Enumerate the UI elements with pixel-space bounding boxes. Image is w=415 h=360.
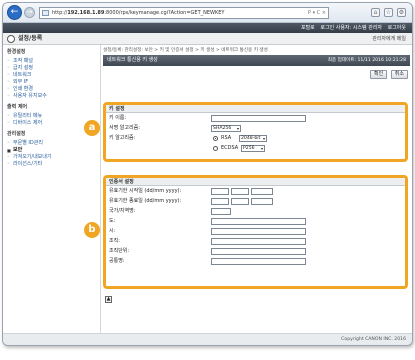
city-input[interactable] [211, 228, 306, 235]
back-arrow-icon[interactable]: ← [7, 5, 22, 20]
country-input[interactable] [211, 208, 231, 215]
cancel-button[interactable]: 취소 [390, 70, 408, 79]
organization-input[interactable] [211, 238, 306, 245]
url-path: :8000/rps/keymanage.cgi?Action=GET_NEWKE… [104, 10, 225, 16]
sidebar-item-utility-menu[interactable]: 유틸리티 메뉴 [7, 113, 100, 120]
sidebar-item-user-maintenance[interactable]: 사용자 유지보수 [7, 93, 100, 100]
sidebar-item-security[interactable]: 보안 [7, 147, 100, 154]
sidebar-item-import-export[interactable]: 가져오기/내보내기 [7, 154, 100, 161]
common-name-input[interactable] [211, 258, 306, 265]
settings-icon[interactable]: ⚙ [397, 8, 406, 17]
forward-arrow-icon[interactable]: → [24, 7, 35, 18]
org-unit-input[interactable] [211, 248, 306, 255]
valid-start-row: 유효기한 시작일 (dd/mm yyyy): [106, 186, 405, 196]
top-navigation-bar: 포털로 로그인 사용자: 시스템 관리자 로그아웃 [3, 23, 412, 33]
sidebar-heading: 출력 제어 [7, 104, 28, 110]
page-icon [42, 10, 49, 16]
title-bar: 설정/등록 관리자에게 메일 [3, 33, 412, 45]
country-label: 국가/지역명: [109, 208, 136, 214]
page-title: 네트워크 통신용 키 생성 [107, 57, 158, 63]
certificate-settings-panel: 인증서 설정 유효기한 시작일 (dd/mm yyyy): 유효기한 종료일 (… [103, 175, 408, 289]
signature-algorithm-row: 서명 알고리즘: SHA256 [106, 123, 405, 133]
last-update: 최종 업데이트: 11/11 2016 10:21:28 [327, 58, 406, 63]
valid-end-row: 유효기한 종료일 (dd/mm yyyy): [106, 196, 405, 206]
address-bar-controls[interactable]: P ▾ C × [308, 8, 326, 18]
sidebar-item-print-env[interactable]: 인쇄 환경 [7, 86, 100, 93]
rsa-radio[interactable] [213, 136, 218, 141]
login-user-text: 로그인 사용자: 시스템 관리자 [320, 25, 382, 31]
breadcrumb: 설정/등록: 관리설정: 보안 > 키 및 인증서 설정 > 키 생성 > 네트… [103, 48, 268, 53]
key-algorithm-row-ecdsa: ECDSA P256 [106, 143, 405, 153]
certificate-settings-heading: 인증서 설정 [106, 178, 405, 186]
country-row: 국가/지역명: [106, 206, 405, 216]
back-to-top-icon[interactable]: ▲ [105, 296, 112, 303]
valid-end-month-input[interactable] [231, 198, 249, 205]
url-host: 192.168.1.89 [67, 10, 105, 16]
valid-start-month-input[interactable] [231, 188, 249, 195]
key-algorithm-label: 키 알고리즘: [109, 135, 136, 141]
organization-row: 조직: [106, 236, 405, 246]
state-label: 도: [109, 218, 116, 224]
key-name-label: 키 이름: [109, 115, 127, 121]
city-label: 시: [109, 228, 116, 234]
page-title-bar: 네트워크 통신용 키 생성 최종 업데이트: 11/11 2016 10:21:… [103, 55, 410, 66]
star-icon[interactable]: ☆ [384, 8, 393, 17]
organization-label: 조직: [109, 238, 120, 244]
org-unit-label: 조직단위: [109, 248, 130, 254]
state-input[interactable] [211, 218, 306, 225]
key-settings-panel: 키 설정 키 이름: 서명 알고리즘: SHA256 키 알고리즘: RSA 2… [103, 102, 408, 162]
home-icon[interactable]: ⌂ [371, 8, 380, 17]
key-algorithm-row-rsa: 키 알고리즘: RSA 2048-bit [106, 133, 405, 143]
ecdsa-label: ECDSA [221, 145, 239, 151]
sidebar-item-network[interactable]: 네트워크 [7, 72, 100, 79]
signature-algorithm-label: 서명 알고리즘: [109, 125, 140, 131]
sidebar-item-control-panel[interactable]: 조작 패널 [7, 58, 100, 65]
city-row: 시: [106, 226, 405, 236]
sidebar-heading: 환경설정 [7, 49, 26, 55]
callout-a: a [84, 120, 100, 136]
sidebar-section-preferences: 환경설정 조작 패널 급지 설정 네트워크 외부 IF 인쇄 환경 사용자 유지… [3, 49, 100, 100]
main-content: 설정/등록: 관리설정: 보안 > 키 및 인증서 설정 > 키 생성 > 네트… [103, 45, 410, 335]
rsa-label: RSA [221, 135, 232, 141]
page-header-title: 설정/등록 [18, 35, 43, 42]
action-buttons: 확인 취소 [103, 70, 408, 80]
sidebar: 환경설정 조작 패널 급지 설정 네트워크 외부 IF 인쇄 환경 사용자 유지… [3, 45, 101, 335]
browser-toolbar: ← → http://192.168.1.89:8000/rps/keymana… [3, 3, 412, 23]
browser-window: ← → http://192.168.1.89:8000/rps/keymana… [2, 2, 413, 346]
ecdsa-radio[interactable] [213, 146, 218, 151]
valid-start-label: 유효기한 시작일 (dd/mm yyyy): [109, 188, 182, 194]
signature-algorithm-select[interactable]: SHA256 [211, 125, 241, 132]
footer: Copyright CANON INC. 2016 [3, 333, 412, 345]
valid-start-year-input[interactable] [251, 188, 273, 195]
portal-link[interactable]: 포털로 [301, 25, 315, 31]
common-name-label: 공통명: [109, 258, 125, 264]
sidebar-item-external-if[interactable]: 외부 IF [7, 79, 100, 86]
valid-end-label: 유효기한 종료일 (dd/mm yyyy): [109, 198, 182, 204]
callout-b: b [84, 222, 100, 238]
browser-icons: ⌂ ☆ ⚙ [371, 8, 406, 17]
logout-link[interactable]: 로그아웃 [388, 25, 406, 31]
printer-logo-icon [7, 35, 15, 43]
url-prefix: http:// [52, 10, 68, 16]
sidebar-item-paper-source[interactable]: 급지 설정 [7, 65, 100, 72]
org-unit-row: 조직단위: [106, 246, 405, 256]
copyright-text: Copyright CANON INC. 2016 [341, 337, 406, 342]
rsa-bit-select[interactable]: 2048-bit [239, 135, 267, 142]
state-row: 도: [106, 216, 405, 226]
valid-start-day-input[interactable] [211, 188, 229, 195]
ecdsa-curve-select[interactable]: P256 [241, 145, 265, 152]
mail-admin-link[interactable]: 관리자에게 메일 [372, 34, 406, 44]
valid-end-year-input[interactable] [251, 198, 273, 205]
common-name-row: 공통명: [106, 256, 405, 266]
valid-end-day-input[interactable] [211, 198, 229, 205]
sidebar-item-license[interactable]: 라이선스/기타 [7, 161, 100, 168]
key-settings-heading: 키 설정 [106, 105, 405, 113]
ok-button[interactable]: 확인 [370, 70, 388, 79]
sidebar-section-management: 관리설정 부문별 ID관리 보안 가져오기/내보내기 라이선스/기타 [3, 131, 100, 168]
sidebar-item-dept-id[interactable]: 부문별 ID관리 [7, 140, 100, 147]
key-name-row: 키 이름: [106, 113, 405, 123]
address-bar[interactable]: http://192.168.1.89:8000/rps/keymanage.c… [39, 7, 329, 19]
key-name-input[interactable] [211, 115, 306, 122]
